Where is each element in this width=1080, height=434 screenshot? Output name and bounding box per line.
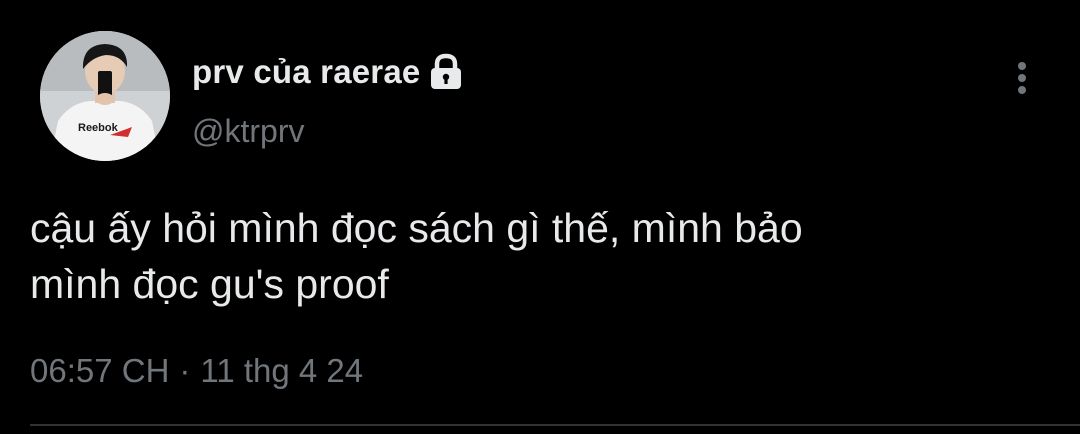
tweet-time: 06:57 CH — [30, 352, 170, 389]
tweet-date: 11 thg 4 24 — [200, 352, 364, 389]
avatar-photo: Reebok — [40, 31, 170, 161]
tweet-card: Reebok prv của raerae @ktrprv cậu ấy hỏi… — [0, 0, 1080, 434]
svg-text:Reebok: Reebok — [78, 122, 119, 134]
tweet-meta: 06:57 CH · 11 thg 4 24 — [30, 352, 363, 390]
author-handle[interactable]: @ktrprv — [192, 113, 304, 150]
display-name[interactable]: prv của raerae — [192, 53, 420, 91]
avatar[interactable]: Reebok — [40, 31, 170, 161]
lock-icon — [428, 53, 464, 91]
tweet-text: cậu ấy hỏi mình đọc sách gì thế, mình bả… — [30, 200, 1040, 312]
tweet-text-line-1: cậu ấy hỏi mình đọc sách gì thế, mình bả… — [30, 205, 803, 251]
divider — [30, 424, 1080, 426]
more-vertical-icon — [1018, 62, 1026, 94]
author-row: prv của raerae — [192, 50, 464, 94]
more-options-button[interactable] — [1002, 58, 1042, 98]
tweet-text-line-2: mình đọc gu's proof — [30, 261, 389, 307]
meta-separator: · — [179, 352, 191, 389]
